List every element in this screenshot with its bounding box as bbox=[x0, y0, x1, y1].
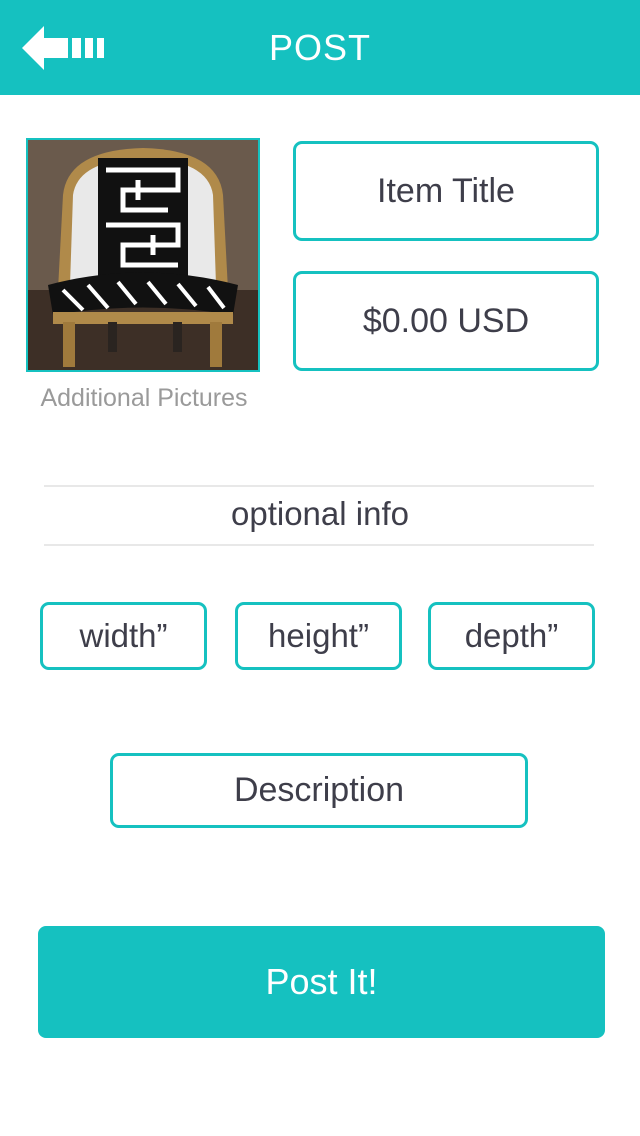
additional-pictures-link[interactable]: Additional Pictures bbox=[26, 384, 262, 413]
width-field[interactable]: width” bbox=[40, 602, 207, 670]
depth-field[interactable]: depth” bbox=[428, 602, 595, 670]
top-bar: POST bbox=[0, 0, 640, 95]
chair-photo bbox=[28, 140, 258, 370]
divider bbox=[44, 485, 594, 487]
item-photo[interactable] bbox=[26, 138, 260, 372]
item-title-field[interactable]: Item Title bbox=[293, 141, 599, 241]
price-field[interactable]: $0.00 USD bbox=[293, 271, 599, 371]
divider bbox=[44, 544, 594, 546]
height-field[interactable]: height” bbox=[235, 602, 402, 670]
optional-info-heading: optional info bbox=[231, 495, 409, 532]
description-field[interactable]: Description bbox=[110, 753, 528, 828]
post-it-button[interactable]: Post It! bbox=[38, 926, 605, 1038]
page-title: POST bbox=[268, 27, 371, 68]
